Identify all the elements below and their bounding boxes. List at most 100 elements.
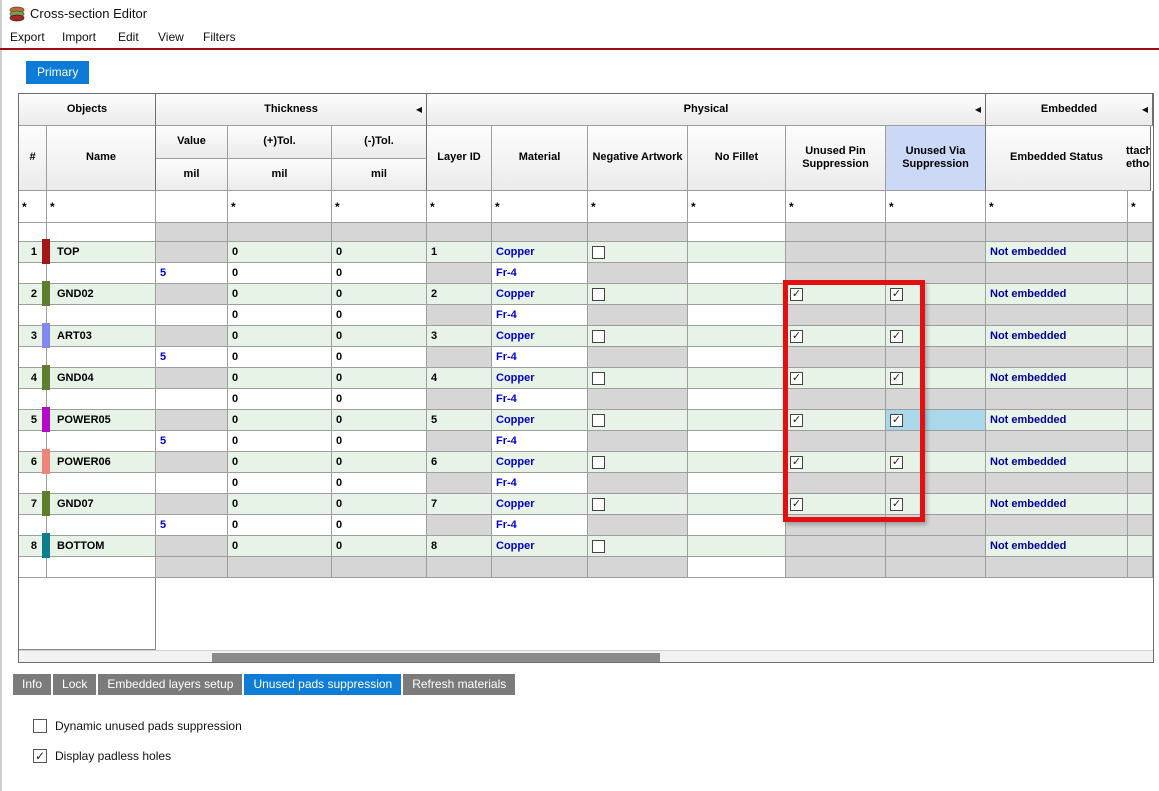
option-checkbox-display-padless-holes[interactable] [33, 749, 47, 763]
menu-filters[interactable]: Filters [203, 30, 236, 44]
material-cell[interactable]: Copper [492, 536, 588, 557]
dielectric-material-cell[interactable]: Fr-4 [492, 515, 588, 536]
no-fillet-cell[interactable] [688, 242, 786, 263]
pin-suppression-cell-gnd02[interactable] [786, 284, 886, 305]
filter-cell-no-fillet[interactable]: * [688, 191, 786, 223]
via-suppression-checkbox[interactable] [890, 456, 903, 469]
bottom-tab-lock[interactable]: Lock [53, 674, 96, 695]
pin-suppression-cell-gnd04[interactable] [786, 368, 886, 389]
dielectric-ptol-cell[interactable]: 0 [228, 515, 332, 536]
material-cell[interactable]: Copper [492, 410, 588, 431]
layer-id-cell[interactable]: 1 [427, 242, 492, 263]
dielectric-material-cell[interactable]: Fr-4 [492, 389, 588, 410]
layer-id-cell[interactable]: 8 [427, 536, 492, 557]
layer-id-cell[interactable]: 2 [427, 284, 492, 305]
minus-tol-cell[interactable]: 0 [332, 410, 427, 431]
horizontal-scrollbar[interactable] [19, 650, 1153, 662]
pin-suppression-checkbox[interactable] [790, 372, 803, 385]
plus-tol-cell[interactable]: 0 [228, 494, 332, 515]
layer-id-cell[interactable]: 6 [427, 452, 492, 473]
via-suppression-checkbox[interactable] [890, 498, 903, 511]
no-fillet-cell[interactable] [688, 536, 786, 557]
via-suppression-cell-gnd07[interactable] [886, 494, 986, 515]
negative-artwork-cell[interactable] [588, 410, 688, 431]
layer-name-cell-power05[interactable]: POWER05 [47, 410, 156, 431]
dielectric-material-cell[interactable]: Fr-4 [492, 473, 588, 494]
negative-artwork-checkbox[interactable] [592, 246, 605, 259]
material-cell[interactable]: Copper [492, 494, 588, 515]
pin-suppression-checkbox[interactable] [790, 330, 803, 343]
collapse-arrow-icon[interactable]: ◀ [416, 105, 422, 115]
dielectric-ptol-cell[interactable]: 0 [228, 347, 332, 368]
dielectric-ntol-cell[interactable]: 0 [332, 389, 427, 410]
layer-id-cell[interactable]: 5 [427, 410, 492, 431]
via-suppression-checkbox[interactable] [890, 414, 903, 427]
embedded-status-cell[interactable]: Not embedded [986, 536, 1128, 557]
dielectric-material-cell[interactable]: Fr-4 [492, 431, 588, 452]
filter-cell-layer-id[interactable]: * [427, 191, 492, 223]
filter-cell-via-suppression[interactable]: * [886, 191, 986, 223]
dielectric-value-cell[interactable]: 5 [156, 515, 228, 536]
pin-suppression-checkbox[interactable] [790, 288, 803, 301]
bottom-tab-refresh-materials[interactable]: Refresh materials [403, 674, 515, 695]
no-fillet-cell[interactable] [688, 368, 786, 389]
dielectric-ntol-cell[interactable]: 0 [332, 263, 427, 284]
filter-cell-embedded-status[interactable]: * [986, 191, 1128, 223]
plus-tol-cell[interactable]: 0 [228, 242, 332, 263]
minus-tol-cell[interactable]: 0 [332, 326, 427, 347]
bottom-tab-embedded-layers-setup[interactable]: Embedded layers setup [98, 674, 242, 695]
filter-cell-value[interactable] [156, 191, 228, 223]
negative-artwork-checkbox[interactable] [592, 456, 605, 469]
dielectric-value-cell[interactable] [156, 473, 228, 494]
option-checkbox-dynamic-unused-pads-suppression[interactable] [33, 719, 47, 733]
plus-tol-cell[interactable]: 0 [228, 410, 332, 431]
layer-name-cell-gnd07[interactable]: GND07 [47, 494, 156, 515]
embedded-status-cell[interactable]: Not embedded [986, 284, 1128, 305]
pin-suppression-cell-power05[interactable] [786, 410, 886, 431]
minus-tol-cell[interactable]: 0 [332, 242, 427, 263]
layer-name-cell-power06[interactable]: POWER06 [47, 452, 156, 473]
no-fillet-cell[interactable] [688, 326, 786, 347]
collapse-arrow-icon[interactable]: ◀ [975, 105, 981, 115]
filter-cell-ptol[interactable]: * [228, 191, 332, 223]
dielectric-value-cell[interactable]: 5 [156, 431, 228, 452]
dielectric-material-cell[interactable]: Fr-4 [492, 263, 588, 284]
pin-suppression-cell-power06[interactable] [786, 452, 886, 473]
dielectric-value-cell[interactable]: 5 [156, 263, 228, 284]
dielectric-ptol-cell[interactable]: 0 [228, 263, 332, 284]
negative-artwork-checkbox[interactable] [592, 330, 605, 343]
layer-id-cell[interactable]: 4 [427, 368, 492, 389]
negative-artwork-cell[interactable] [588, 242, 688, 263]
pin-suppression-cell-art03[interactable] [786, 326, 886, 347]
layer-name-cell-gnd04[interactable]: GND04 [47, 368, 156, 389]
embedded-status-cell[interactable]: Not embedded [986, 452, 1128, 473]
plus-tol-cell[interactable]: 0 [228, 452, 332, 473]
plus-tol-cell[interactable]: 0 [228, 284, 332, 305]
dielectric-ntol-cell[interactable]: 0 [332, 473, 427, 494]
no-fillet-cell[interactable] [688, 494, 786, 515]
bottom-tab-unused-pads-suppression[interactable]: Unused pads suppression [244, 674, 401, 695]
filter-cell-material[interactable]: * [492, 191, 588, 223]
filter-cell-negative-artwork[interactable]: * [588, 191, 688, 223]
embedded-status-cell[interactable]: Not embedded [986, 368, 1128, 389]
minus-tol-cell[interactable]: 0 [332, 368, 427, 389]
layer-id-cell[interactable]: 3 [427, 326, 492, 347]
embedded-status-cell[interactable]: Not embedded [986, 326, 1128, 347]
pin-suppression-checkbox[interactable] [790, 414, 803, 427]
minus-tol-cell[interactable]: 0 [332, 494, 427, 515]
horizontal-scrollbar-thumb[interactable] [212, 653, 660, 662]
negative-artwork-checkbox[interactable] [592, 288, 605, 301]
via-suppression-checkbox[interactable] [890, 330, 903, 343]
dielectric-material-cell[interactable]: Fr-4 [492, 305, 588, 326]
no-fillet-cell[interactable] [688, 452, 786, 473]
plus-tol-cell[interactable]: 0 [228, 368, 332, 389]
negative-artwork-checkbox[interactable] [592, 414, 605, 427]
layer-name-cell-gnd02[interactable]: GND02 [47, 284, 156, 305]
plus-tol-cell[interactable]: 0 [228, 326, 332, 347]
negative-artwork-checkbox[interactable] [592, 540, 605, 553]
pin-suppression-checkbox[interactable] [790, 498, 803, 511]
negative-artwork-checkbox[interactable] [592, 372, 605, 385]
embedded-status-cell[interactable]: Not embedded [986, 494, 1128, 515]
via-suppression-cell-art03[interactable] [886, 326, 986, 347]
dielectric-ntol-cell[interactable]: 0 [332, 347, 427, 368]
